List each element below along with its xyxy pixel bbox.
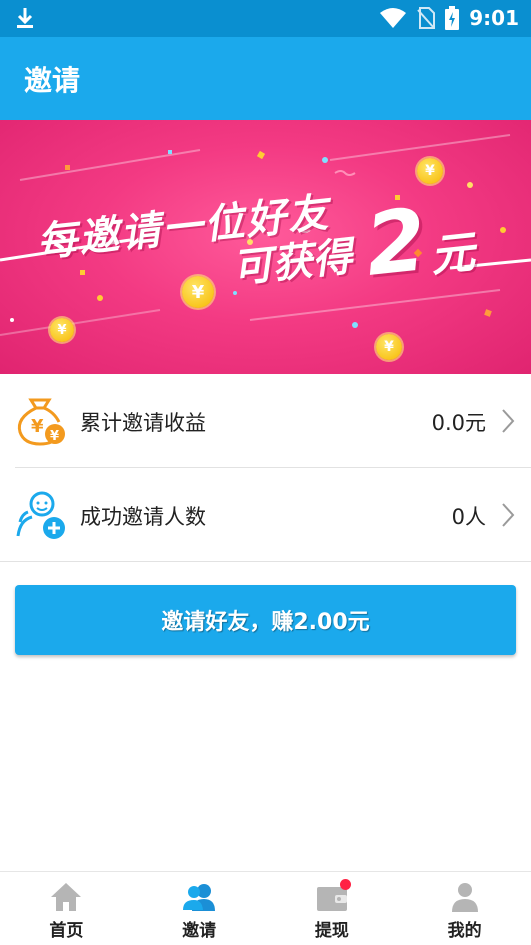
invite-friends-button-label: 邀请好友，赚2.00元	[161, 610, 370, 635]
status-bar: 9:01	[0, 0, 531, 37]
row-divider	[0, 561, 531, 562]
page-title: 邀请	[24, 64, 81, 97]
battery-charging-icon	[445, 6, 460, 30]
wifi-icon	[380, 8, 407, 28]
coin-icon: ¥	[50, 318, 74, 342]
nav-label-withdraw: 提现	[314, 921, 349, 941]
chevron-right-icon	[502, 409, 515, 433]
status-time: 9:01	[469, 6, 519, 30]
no-sim-icon	[417, 7, 436, 29]
nav-label-invite: 邀请	[182, 921, 217, 941]
home-icon	[51, 883, 82, 911]
earnings-value: 0.0元	[431, 411, 486, 435]
nav-item-home[interactable]: 首页	[0, 872, 133, 945]
invite-count-value: 0人	[451, 505, 486, 529]
coin-icon: ¥	[182, 276, 214, 308]
nav-item-withdraw[interactable]: 提现	[266, 872, 399, 945]
nav-item-invite[interactable]: 邀请	[133, 872, 266, 945]
earnings-label: 累计邀请收益	[80, 411, 206, 435]
nav-label-me: 我的	[447, 921, 482, 941]
banner-unit: 元	[427, 226, 478, 283]
download-icon	[17, 8, 33, 28]
chevron-right-icon	[502, 503, 515, 527]
user-icon	[451, 883, 478, 912]
wallet-icon-wrap	[315, 879, 351, 913]
invite-count-row[interactable]: 成功邀请人数 0人	[0, 468, 531, 562]
coin-icon: ¥	[417, 158, 443, 184]
notification-badge	[339, 879, 351, 890]
add-friend-icon	[16, 491, 65, 539]
bottom-nav: 首页 邀请 提现 我的	[0, 871, 531, 945]
invite-count-label: 成功邀请人数	[80, 505, 206, 529]
money-bag-icon: ¥ ¥	[17, 398, 65, 446]
banner-amount: 2	[360, 190, 431, 296]
nav-item-me[interactable]: 我的	[398, 872, 531, 945]
promo-banner[interactable]: 每邀请一位好友 可获得 2 元 ¥ ¥ ¥ ¥	[0, 120, 531, 374]
svg-text:¥: ¥	[50, 429, 59, 444]
earnings-row[interactable]: ¥ ¥ 累计邀请收益 0.0元	[0, 374, 531, 468]
coin-icon: ¥	[376, 334, 402, 360]
nav-label-home: 首页	[49, 921, 84, 941]
invite-friends-button[interactable]: 邀请好友，赚2.00元	[15, 585, 516, 655]
app-bar: 邀请	[0, 37, 531, 120]
svg-text:¥: ¥	[31, 416, 44, 437]
friends-icon	[183, 884, 216, 911]
